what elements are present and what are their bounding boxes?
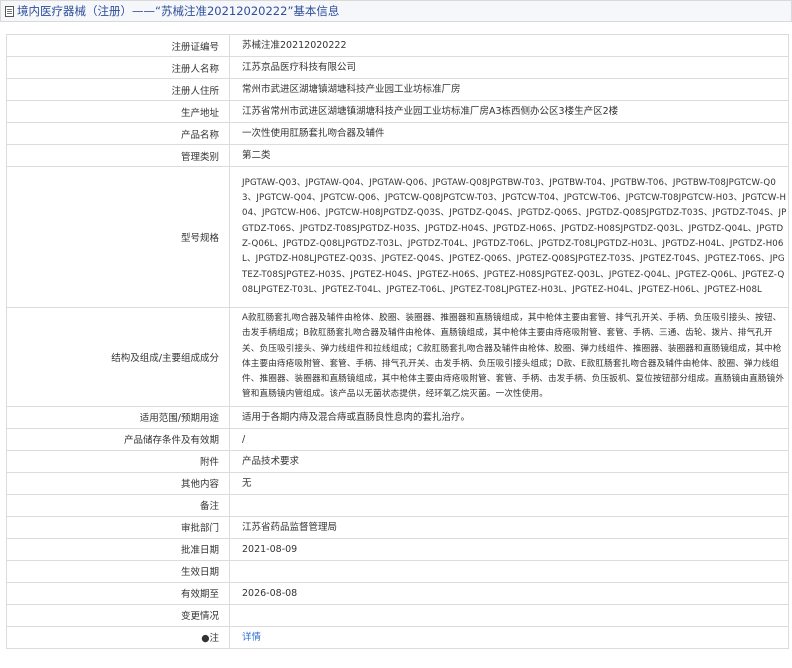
row-value: 适用于各期内痔及混合痔或直肠良性息肉的套扎治疗。 [229, 405, 789, 429]
row-value: 江苏省常州市武进区湖塘镇湖塘科技产业园工业坊标准厂房A3栋西侧办公区3楼生产区2… [229, 100, 789, 123]
row-value: 江苏省药品监督管理局 [229, 515, 789, 539]
table-row: 备注 [6, 493, 789, 517]
row-label: 生效日期 [6, 559, 230, 583]
row-label: 变更情况 [6, 603, 230, 627]
row-label: 有效期至 [6, 581, 230, 605]
row-label: 产品名称 [6, 122, 230, 145]
table-row: 生产地址 江苏省常州市武进区湖塘镇湖塘科技产业园工业坊标准厂房A3栋西侧办公区3… [6, 100, 789, 123]
row-label: 审批部门 [6, 515, 230, 539]
row-label: 附件 [6, 449, 230, 473]
table-row: 批准日期 2021-08-09 [6, 537, 789, 561]
model-spec-value: JPGTAW-Q03、JPGTAW-Q04、JPGTAW-Q06、JPGTAW-… [229, 166, 789, 308]
row-value: 2026-08-08 [229, 581, 789, 605]
table-row: 型号规格 JPGTAW-Q03、JPGTAW-Q04、JPGTAW-Q06、JP… [6, 166, 789, 308]
row-value: 常州市武进区湖塘镇湖塘科技产业园工业坊标准厂房 [229, 78, 789, 101]
document-icon [5, 5, 14, 17]
row-label: 注册人名称 [6, 56, 230, 79]
row-value: 江苏京品医疗科技有限公司 [229, 56, 789, 79]
row-value: 第二类 [229, 144, 789, 167]
row-label: 批准日期 [6, 537, 230, 561]
table-row: 其他内容 无 [6, 471, 789, 495]
table-row: 注册人名称 江苏京品医疗科技有限公司 [6, 56, 789, 79]
row-value [229, 493, 789, 517]
row-value: 详情 [229, 625, 789, 649]
page: 境内医疗器械（注册）——“苏械注准20212020222”基本信息 注册证编号 … [0, 0, 792, 668]
table-row: 生效日期 [6, 559, 789, 583]
row-value: / [229, 427, 789, 451]
row-label: 生产地址 [6, 100, 230, 123]
table-row: 变更情况 [6, 603, 789, 627]
row-label: ●注 [6, 625, 230, 649]
table-row: 产品储存条件及有效期 / [6, 427, 789, 451]
row-label: 产品储存条件及有效期 [6, 427, 230, 451]
row-label: 管理类别 [6, 144, 230, 167]
row-label: 其他内容 [6, 471, 230, 495]
table-row: ●注 详情 [6, 625, 789, 649]
info-table-wrapper: 注册证编号 苏械注准20212020222 注册人名称 江苏京品医疗科技有限公司… [6, 34, 789, 649]
details-link[interactable]: 详情 [242, 632, 261, 643]
row-value [229, 559, 789, 583]
row-label: 结构及组成/主要组成成分 [6, 307, 230, 407]
row-value: 一次性使用肛肠套扎吻合器及辅件 [229, 122, 789, 145]
row-label: 型号规格 [6, 166, 230, 308]
row-label: 注册证编号 [6, 34, 230, 57]
composition-value: A款肛肠套扎吻合器及辅件由枪体、胶圈、装圈器、推圈器和直肠镜组成，其中枪体主要由… [229, 307, 789, 407]
table-row: 有效期至 2026-08-08 [6, 581, 789, 605]
table-row: 管理类别 第二类 [6, 144, 789, 167]
row-label: 注册人住所 [6, 78, 230, 101]
page-title: 境内医疗器械（注册）——“苏械注准20212020222”基本信息 [17, 4, 340, 18]
row-value: 2021-08-09 [229, 537, 789, 561]
table-row: 适用范围/预期用途 适用于各期内痔及混合痔或直肠良性息肉的套扎治疗。 [6, 405, 789, 429]
table-row: 注册人住所 常州市武进区湖塘镇湖塘科技产业园工业坊标准厂房 [6, 78, 789, 101]
table-row: 审批部门 江苏省药品监督管理局 [6, 515, 789, 539]
table-row: 注册证编号 苏械注准20212020222 [6, 34, 789, 57]
row-value: 产品技术要求 [229, 449, 789, 473]
row-value: 无 [229, 471, 789, 495]
row-value: 苏械注准20212020222 [229, 34, 789, 57]
row-label: 适用范围/预期用途 [6, 405, 230, 429]
page-header: 境内医疗器械（注册）——“苏械注准20212020222”基本信息 [0, 0, 792, 22]
row-value [229, 603, 789, 627]
info-table: 注册证编号 苏械注准20212020222 注册人名称 江苏京品医疗科技有限公司… [6, 34, 789, 649]
table-row: 附件 产品技术要求 [6, 449, 789, 473]
table-row: 结构及组成/主要组成成分 A款肛肠套扎吻合器及辅件由枪体、胶圈、装圈器、推圈器和… [6, 307, 789, 407]
table-row: 产品名称 一次性使用肛肠套扎吻合器及辅件 [6, 122, 789, 145]
row-label: 备注 [6, 493, 230, 517]
